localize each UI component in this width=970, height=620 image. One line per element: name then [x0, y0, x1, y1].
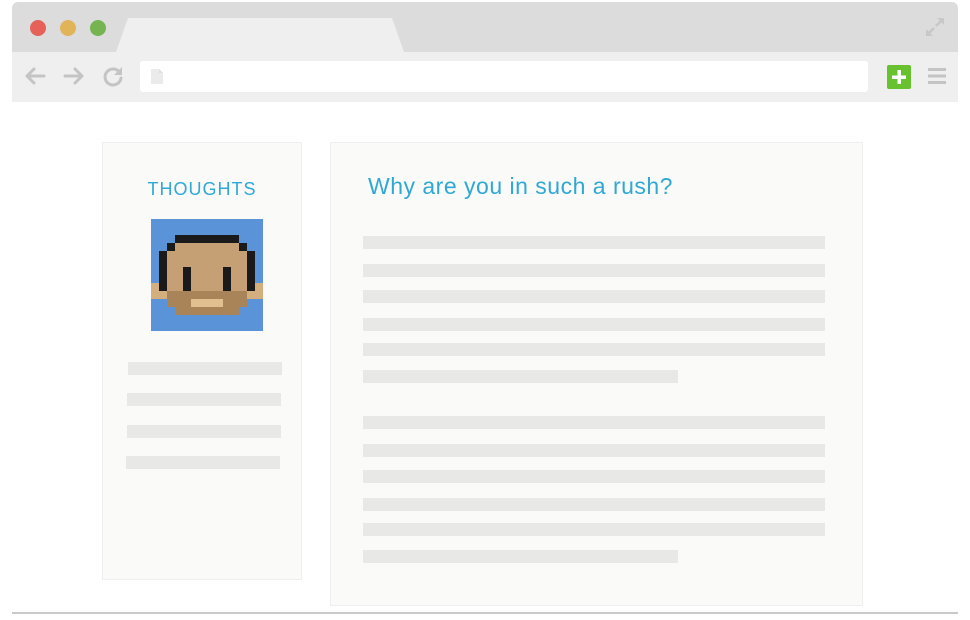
placeholder-line	[363, 290, 825, 303]
avatar	[151, 219, 263, 331]
placeholder-line	[363, 318, 825, 331]
placeholder-line	[363, 416, 825, 429]
minimize-window-button[interactable]	[60, 20, 76, 36]
placeholder-line	[127, 393, 281, 406]
placeholder-line	[363, 470, 825, 483]
placeholder-line	[363, 523, 825, 536]
page-icon	[151, 69, 163, 84]
placeholder-line	[127, 425, 281, 438]
tab-bar	[12, 2, 958, 52]
hamburger-menu-icon[interactable]	[928, 66, 946, 86]
article-panel: Why are you in such a rush?	[330, 142, 863, 606]
placeholder-line	[363, 550, 678, 563]
forward-arrow-icon[interactable]	[62, 64, 86, 88]
sidebar-title: THOUGHTS	[147, 179, 257, 199]
plus-icon[interactable]	[887, 65, 911, 89]
placeholder-line	[363, 370, 678, 383]
placeholder-line	[363, 236, 825, 249]
profile-sidebar: THOUGHTS	[102, 142, 302, 580]
back-arrow-icon[interactable]	[23, 64, 47, 88]
placeholder-line	[126, 456, 280, 469]
reload-icon[interactable]	[101, 64, 125, 88]
active-tab[interactable]	[116, 18, 404, 52]
placeholder-line	[363, 343, 825, 356]
browser-toolbar	[12, 52, 958, 102]
close-window-button[interactable]	[30, 20, 46, 36]
placeholder-line	[363, 264, 825, 277]
placeholder-line	[363, 444, 825, 457]
article-title: Why are you in such a rush?	[368, 173, 673, 199]
maximize-window-button[interactable]	[90, 20, 106, 36]
placeholder-line	[363, 498, 825, 511]
expand-icon[interactable]	[924, 16, 946, 38]
placeholder-line	[128, 362, 282, 375]
address-bar[interactable]	[140, 61, 868, 92]
